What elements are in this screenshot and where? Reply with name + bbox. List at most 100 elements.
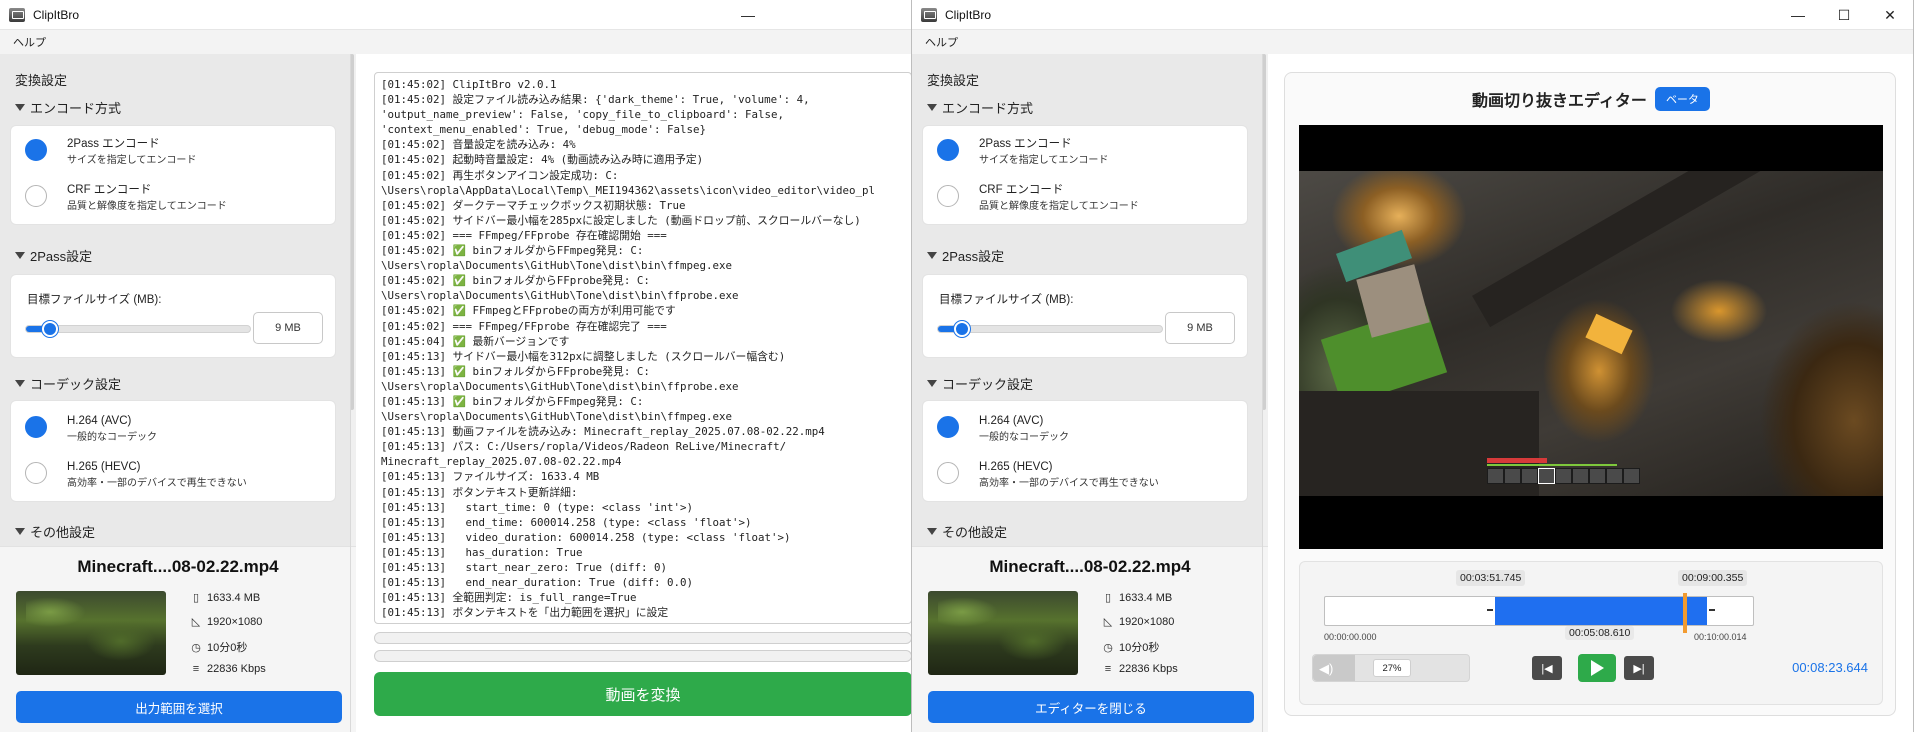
log-line: \Users\ropla\Documents\GitHub\Tone\dist\… (381, 379, 739, 393)
database-icon: ≡ (192, 663, 200, 675)
current-time: 00:08:23.644 (1792, 660, 1868, 675)
target-size-slider[interactable] (25, 321, 251, 337)
file-icon: ▯ (1104, 592, 1112, 604)
slider-handle[interactable] (42, 321, 58, 337)
encode-section-header[interactable]: エンコード方式 (927, 98, 1033, 117)
target-size-input[interactable]: 9 MB (253, 312, 323, 344)
skip-back-icon[interactable]: |◀ (1532, 656, 1562, 680)
close-icon[interactable]: ✕ (1867, 0, 1913, 30)
radio-unselected-icon[interactable] (937, 185, 959, 207)
encode-section-header[interactable]: エンコード方式 (15, 98, 121, 117)
select-range-button[interactable]: 出力範囲を選択 (16, 691, 342, 723)
skip-forward-icon[interactable]: ▶| (1624, 656, 1654, 680)
log-line: \Users\ropla\Documents\GitHub\Tone\dist\… (381, 289, 739, 303)
target-size-input[interactable]: 9 MB (1165, 312, 1235, 344)
log-line: [01:45:02] ✅ binフォルダからFFmpeg発見: C: (381, 244, 644, 258)
convert-button[interactable]: 動画を変換 (374, 672, 911, 716)
settings-sidebar: 変換設定 エンコード方式 2Pass エンコード サイズを指定してエンコード C… (0, 54, 350, 546)
file-size-row: ▯ 1633.4 MB (190, 591, 260, 605)
log-line: [01:45:02] サイドバー最小幅を285pxに設定しました (動画ドロップ… (381, 213, 861, 227)
log-line: [01:45:02] 設定ファイル読み込み結果: {'dark_theme': … (381, 93, 810, 107)
video-preview[interactable] (1299, 125, 1883, 549)
file-info-panel: Minecraft....08-02.22.mp4 ▯ 1633.4 MB ◺ 19… (912, 546, 1268, 732)
clipitbro-main-window: ClipItBro — ヘルプ 変換設定 エンコード方式 2Pass エンコード… (0, 0, 912, 732)
timeline-track[interactable] (1324, 593, 1754, 633)
other-section-header[interactable]: その他設定 (15, 522, 95, 541)
radio-selected-icon[interactable] (937, 416, 959, 438)
editor-title: 動画切り抜きエディター (1472, 93, 1647, 110)
codec-section-title: コーデック設定 (30, 377, 122, 392)
video-thumbnail (16, 591, 166, 675)
hotbar-slot (1504, 468, 1521, 484)
radio-label: H.265 (HEVC) (67, 461, 141, 473)
title-bar: ClipItBro — ☐ ✕ (912, 0, 1913, 30)
radio-unselected-icon[interactable] (937, 462, 959, 484)
selected-range[interactable] (1495, 597, 1707, 625)
log-line: [01:45:13] 動画ファイルを読み込み: Minecraft_replay… (381, 425, 825, 439)
radio-description: 品質と解像度を指定してエンコード (67, 201, 227, 212)
clock-icon: ◷ (1103, 641, 1113, 654)
log-line: [01:45:13] has_duration: True (381, 545, 583, 559)
maximize-icon[interactable]: ☐ (1821, 0, 1867, 30)
log-output[interactable]: [01:45:02] ClipItBro v2.0.1 [01:45:02] 設定… (374, 72, 911, 624)
radio-selected-icon[interactable] (937, 139, 959, 161)
menu-help[interactable]: ヘルプ (13, 34, 46, 50)
hotbar-slot (1487, 468, 1504, 484)
close-editor-button[interactable]: エディターを閉じる (928, 691, 1254, 723)
lava-glow (1585, 313, 1633, 355)
log-line: [01:45:13] end_near_duration: True (diff… (381, 576, 694, 590)
end-handle[interactable] (1709, 609, 1715, 611)
radio-unselected-icon[interactable] (25, 462, 47, 484)
file-name: Minecraft....08-02.22.mp4 (989, 557, 1191, 576)
file-size: 1633.4 MB (1119, 591, 1173, 604)
radio-selected-icon[interactable] (25, 416, 47, 438)
progress-bar-2 (374, 650, 911, 662)
radio-description: 一般的なコーデック (979, 432, 1069, 443)
radio-h264[interactable]: H.264 (AVC) 一般的なコーデック (937, 413, 1069, 447)
xp-bar (1487, 464, 1617, 466)
minimize-icon[interactable]: — (725, 0, 771, 30)
twopass-section-title: 2Pass設定 (30, 249, 93, 264)
slider-handle[interactable] (954, 321, 970, 337)
log-line: \Users\ropla\Documents\GitHub\Tone\dist\… (381, 259, 733, 273)
health-bar (1487, 458, 1547, 463)
panel-divider[interactable] (1262, 54, 1263, 732)
clock-icon: ◷ (191, 641, 201, 654)
progress-bar-1 (374, 632, 911, 644)
log-line: [01:45:02] 音量設定を読み込み: 4% (381, 138, 576, 152)
volume-slider[interactable]: ◀) 27% (1312, 654, 1470, 682)
radio-h264[interactable]: H.264 (AVC) 一般的なコーデック (25, 413, 157, 447)
codec-section-header[interactable]: コーデック設定 (927, 374, 1033, 393)
codec-card: H.264 (AVC) 一般的なコーデック H.265 (HEVC) 高効率・一… (10, 400, 336, 502)
other-section-header[interactable]: その他設定 (927, 522, 1007, 541)
log-line: \Users\ropla\Documents\GitHub\Tone\dist\… (381, 410, 733, 424)
clipitbro-editor-window: ClipItBro — ☐ ✕ ヘルプ 変換設定 エンコード方式 2Pass エ… (912, 0, 1914, 732)
video-frame (1299, 171, 1883, 496)
twopass-section-header[interactable]: 2Pass設定 (15, 246, 92, 265)
speaker-icon[interactable]: ◀) (1319, 661, 1333, 677)
radio-2pass[interactable]: 2Pass エンコード サイズを指定してエンコード (937, 136, 1108, 170)
radio-2pass[interactable]: 2Pass エンコード サイズを指定してエンコード (25, 136, 196, 170)
menu-help[interactable]: ヘルプ (925, 34, 958, 50)
playhead[interactable] (1683, 593, 1687, 633)
radio-crf[interactable]: CRF エンコード 品質と解像度を指定してエンコード (25, 182, 227, 216)
radio-unselected-icon[interactable] (25, 185, 47, 207)
codec-section-header[interactable]: コーデック設定 (15, 374, 121, 393)
target-size-slider[interactable] (937, 321, 1163, 337)
log-line: [01:45:02] ClipItBro v2.0.1 (381, 78, 557, 91)
minimize-icon[interactable]: — (1775, 0, 1821, 30)
panel-divider[interactable] (350, 54, 351, 732)
radio-description: 高効率・一部のデバイスで再生できない (979, 478, 1159, 489)
log-line: [01:45:13] video_duration: 600014.258 (t… (381, 530, 791, 544)
radio-description: 品質と解像度を指定してエンコード (979, 201, 1139, 212)
play-button[interactable] (1578, 654, 1616, 682)
twopass-card: 目標ファイルサイズ (MB): 9 MB (10, 274, 336, 358)
radio-h265[interactable]: H.265 (HEVC) 高効率・一部のデバイスで再生できない (937, 459, 1159, 493)
collapse-triangle-icon (927, 380, 937, 387)
radio-selected-icon[interactable] (25, 139, 47, 161)
start-handle[interactable] (1487, 609, 1493, 611)
beta-badge: ベータ (1654, 87, 1710, 111)
radio-crf[interactable]: CRF エンコード 品質と解像度を指定してエンコード (937, 182, 1139, 216)
radio-h265[interactable]: H.265 (HEVC) 高効率・一部のデバイスで再生できない (25, 459, 247, 493)
twopass-section-header[interactable]: 2Pass設定 (927, 246, 1004, 265)
